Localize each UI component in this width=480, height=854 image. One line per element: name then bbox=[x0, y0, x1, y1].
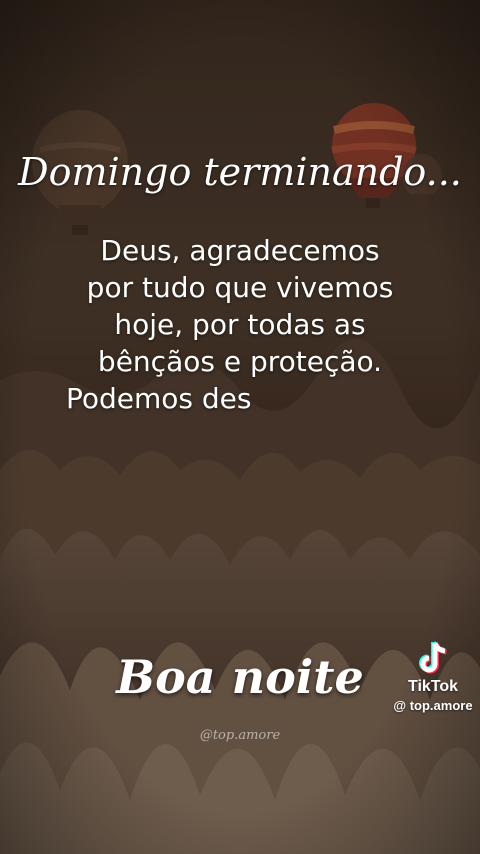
tiktok-logo-icon bbox=[419, 641, 447, 674]
background-scene bbox=[0, 0, 480, 854]
message-line: bênçãos e proteção. bbox=[97, 345, 383, 378]
headline-text: Domingo terminando... bbox=[18, 150, 462, 194]
tiktok-username: @ top.amore bbox=[393, 698, 473, 713]
message-line: Podemos des bbox=[66, 382, 252, 415]
tiktok-brand: TikTok bbox=[407, 678, 459, 695]
message-line: Deus, agradecemos bbox=[100, 234, 380, 267]
message-line: hoje, por todas as bbox=[114, 308, 366, 341]
watermark-handle: @top.amore bbox=[199, 728, 281, 743]
message-line: por tudo que vivemos bbox=[86, 271, 394, 304]
message-body: Deus, agradecemos por tudo que vivemos h… bbox=[40, 232, 440, 417]
tiktok-watermark: TikTok @ top.amore bbox=[386, 640, 480, 713]
